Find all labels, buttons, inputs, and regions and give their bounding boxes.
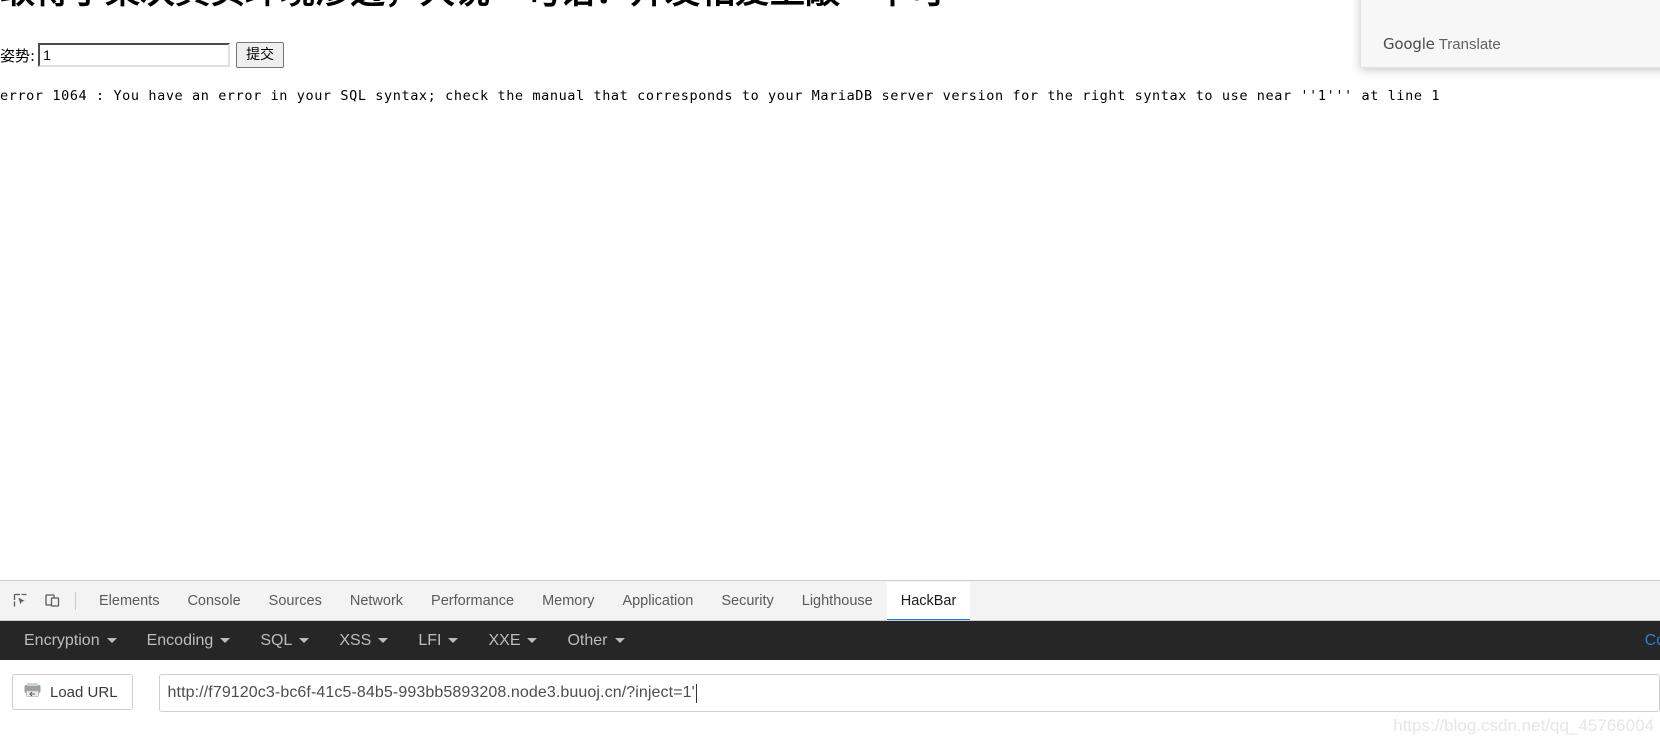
hackbar-menu-other[interactable]: Other bbox=[567, 631, 625, 650]
google-translate-popup[interactable]: Google Translate bbox=[1360, 0, 1660, 68]
page-title: 取得于某次真实环境渗透，大说一句话：开发相爱上敲一不可 bbox=[0, 0, 945, 12]
device-toolbar-icon[interactable] bbox=[38, 587, 66, 615]
load-url-icon bbox=[23, 682, 42, 702]
hackbar-menu-other-label: Other bbox=[567, 631, 608, 649]
tab-performance[interactable]: Performance bbox=[417, 582, 528, 620]
url-input-value: http://f79120c3-bc6f-41c5-84b5-993bb5893… bbox=[167, 684, 695, 701]
url-input[interactable]: http://f79120c3-bc6f-41c5-84b5-993bb5893… bbox=[158, 674, 1660, 712]
tab-lighthouse[interactable]: Lighthouse bbox=[788, 582, 887, 620]
tab-application[interactable]: Application bbox=[608, 582, 707, 620]
tab-security[interactable]: Security bbox=[707, 582, 787, 620]
google-logo-text: Google bbox=[1383, 35, 1435, 53]
inject-input[interactable] bbox=[38, 43, 231, 67]
load-url-button[interactable]: Load URL bbox=[12, 674, 133, 710]
chevron-down-icon bbox=[527, 638, 538, 643]
tab-memory[interactable]: Memory bbox=[528, 582, 608, 620]
hackbar-menu-lfi-label: LFI bbox=[418, 631, 442, 649]
load-url-label: Load URL bbox=[50, 683, 118, 701]
tab-hackbar[interactable]: HackBar bbox=[886, 582, 971, 620]
devtools-tabbar: Elements Console Sources Network Perform… bbox=[0, 581, 1660, 621]
chevron-down-icon bbox=[106, 638, 117, 643]
hackbar-menu-toolbar: Encryption Encoding SQL XSS LFI XXE Othe… bbox=[0, 621, 1660, 660]
submit-button[interactable]: 提交 bbox=[236, 42, 285, 68]
chevron-down-icon bbox=[614, 638, 625, 643]
hackbar-menu-encryption-label: Encryption bbox=[24, 631, 100, 649]
chevron-down-icon bbox=[378, 638, 389, 643]
hackbar-menu-sql[interactable]: SQL bbox=[260, 631, 310, 650]
chevron-down-icon bbox=[220, 638, 231, 643]
tab-network[interactable]: Network bbox=[336, 582, 417, 620]
devtools-panel: Elements Console Sources Network Perform… bbox=[0, 580, 1660, 751]
browser-page-viewport: 取得于某次真实环境渗透，大说一句话：开发相爱上敲一不可 姿势: 提交 error… bbox=[0, 0, 1660, 580]
hackbar-menu-encryption[interactable]: Encryption bbox=[24, 632, 117, 650]
hackbar-menu-sql-label: SQL bbox=[260, 631, 293, 649]
hackbar-convert-link[interactable]: Con bbox=[1645, 632, 1660, 650]
devtools-tab-list: Elements Console Sources Network Perform… bbox=[85, 581, 971, 620]
inject-input-label: 姿势: bbox=[0, 46, 36, 65]
hackbar-menu-encoding[interactable]: Encoding bbox=[147, 632, 231, 650]
hackbar-menu-xss[interactable]: XSS bbox=[339, 631, 389, 650]
google-translate-label: Google Translate bbox=[1383, 35, 1501, 53]
chevron-down-icon bbox=[448, 638, 459, 643]
csdn-watermark: https://blog.csdn.net/qq_45766004 bbox=[1393, 716, 1654, 735]
sql-error-message: error 1064 : You have an error in your S… bbox=[0, 88, 1441, 104]
hackbar-menu-xxe-label: XXE bbox=[488, 631, 521, 649]
tab-console[interactable]: Console bbox=[173, 582, 254, 620]
tab-elements[interactable]: Elements bbox=[85, 582, 173, 620]
text-cursor bbox=[695, 683, 697, 703]
inject-form: 姿势: 提交 bbox=[0, 42, 285, 68]
hackbar-menu-lfi[interactable]: LFI bbox=[418, 631, 459, 650]
hackbar-menu-encoding-label: Encoding bbox=[146, 631, 214, 649]
inspect-element-icon[interactable] bbox=[6, 587, 34, 615]
hackbar-menu-xxe[interactable]: XXE bbox=[488, 631, 538, 650]
google-translate-word: Translate bbox=[1438, 36, 1501, 53]
screen-root: 取得于某次真实环境渗透，大说一句话：开发相爱上敲一不可 姿势: 提交 error… bbox=[0, 0, 1660, 751]
hackbar-url-row: Load URL http://f79120c3-bc6f-41c5-84b5-… bbox=[0, 660, 1660, 751]
chevron-down-icon bbox=[299, 638, 310, 643]
hackbar-menu-xss-label: XSS bbox=[339, 631, 372, 649]
devtools-tool-icons bbox=[0, 581, 85, 620]
tab-sources[interactable]: Sources bbox=[255, 582, 336, 620]
toolbar-divider bbox=[75, 591, 76, 610]
